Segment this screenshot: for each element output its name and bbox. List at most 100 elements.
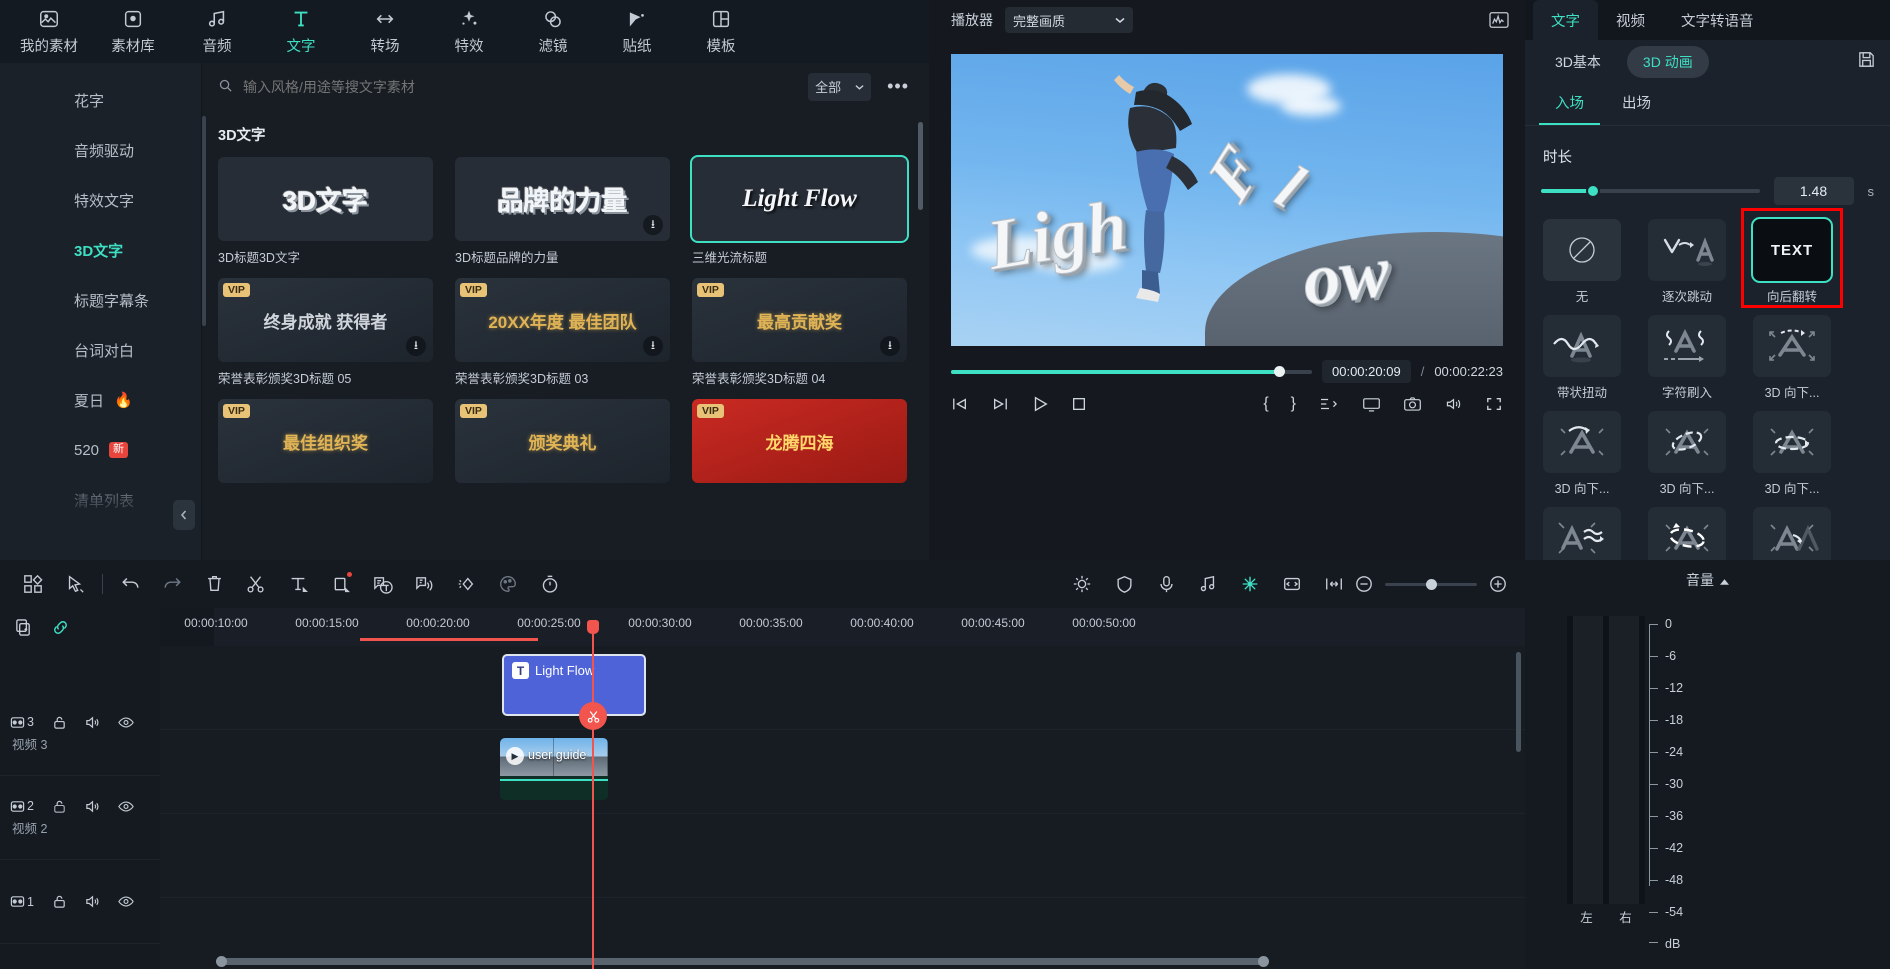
crop-button[interactable] bbox=[319, 564, 361, 604]
template-tile[interactable]: 龙腾四海 VIP bbox=[692, 399, 907, 483]
waveform-scope-icon[interactable] bbox=[1487, 9, 1511, 31]
category-item-dialogue[interactable]: 台词对白 bbox=[0, 325, 201, 375]
main-tab-my-media[interactable]: 我的素材 bbox=[8, 3, 90, 61]
split-at-playhead-button[interactable] bbox=[579, 702, 607, 730]
main-tab-stock-library[interactable]: 素材库 bbox=[92, 3, 174, 61]
template-tile[interactable]: 最高贡献奖 VIP ⭳ 荣誉表彰颁奖3D标题 04 bbox=[692, 278, 907, 387]
select-tool-button[interactable] bbox=[54, 564, 96, 604]
mark-out-button[interactable]: } bbox=[1291, 395, 1296, 413]
timeline-ruler[interactable]: 00:00:10:00 00:00:15:00 00:00:20:00 00:0… bbox=[160, 608, 1525, 646]
lock-icon[interactable] bbox=[52, 715, 67, 730]
delete-button[interactable] bbox=[193, 564, 235, 604]
template-tile[interactable]: 品牌的力量 ⭳ 3D标题品牌的力量 bbox=[455, 157, 670, 266]
caret-up-icon[interactable] bbox=[1720, 572, 1729, 588]
preview-stage[interactable]: Ligh F l ow bbox=[951, 54, 1503, 346]
main-tab-effects[interactable]: 特效 bbox=[428, 3, 510, 61]
template-tile[interactable]: 颁奖典礼 VIP bbox=[455, 399, 670, 483]
tab-video[interactable]: 视频 bbox=[1598, 0, 1663, 40]
hscroll-left-handle[interactable] bbox=[216, 956, 227, 967]
mute-icon[interactable] bbox=[85, 715, 100, 730]
grid-scrollbar-thumb[interactable] bbox=[918, 122, 923, 210]
lock-icon[interactable] bbox=[52, 894, 67, 909]
track-row-1[interactable] bbox=[160, 814, 1525, 898]
more-options-button[interactable]: ••• bbox=[881, 76, 915, 97]
zoom-in-button[interactable] bbox=[1489, 575, 1507, 593]
zoom-out-button[interactable] bbox=[1355, 575, 1373, 593]
mute-icon[interactable] bbox=[85, 799, 100, 814]
eye-icon[interactable] bbox=[118, 894, 134, 909]
eye-icon[interactable] bbox=[118, 799, 134, 814]
animation-preset-bounce[interactable]: 逐次跳动 bbox=[1648, 219, 1726, 305]
add-text-button[interactable] bbox=[277, 564, 319, 604]
playhead-handle[interactable] bbox=[587, 620, 599, 634]
duration-slider[interactable] bbox=[1541, 189, 1760, 193]
record-voiceover-button[interactable] bbox=[1145, 564, 1187, 604]
category-item-summer[interactable]: 夏日 🔥 bbox=[0, 375, 201, 425]
download-icon[interactable]: ⭳ bbox=[643, 336, 663, 356]
mark-in-button[interactable]: { bbox=[1263, 395, 1268, 413]
tab-text[interactable]: 文字 bbox=[1533, 0, 1598, 40]
zoom-slider[interactable] bbox=[1385, 583, 1477, 586]
main-tab-audio[interactable]: 音频 bbox=[176, 3, 258, 61]
template-tile[interactable]: 最佳组织奖 VIP bbox=[218, 399, 433, 483]
eye-icon[interactable] bbox=[118, 715, 134, 730]
category-item-huazi[interactable]: 花字 bbox=[0, 75, 201, 125]
duration-button[interactable] bbox=[529, 564, 571, 604]
animation-preset-flip-back[interactable]: TEXT 向后翻转 bbox=[1753, 219, 1831, 305]
category-item-title-subtitle[interactable]: 标题字幕条 bbox=[0, 275, 201, 325]
snapshot-button[interactable] bbox=[1403, 396, 1422, 412]
scrubber-handle[interactable] bbox=[1274, 366, 1285, 377]
play-button[interactable] bbox=[1031, 395, 1049, 413]
category-item-audio-driven[interactable]: 音频驱动 bbox=[0, 125, 201, 175]
segment-3d-basic[interactable]: 3D基本 bbox=[1539, 46, 1617, 78]
main-tab-transition[interactable]: 转场 bbox=[344, 3, 426, 61]
timeline-canvas[interactable]: 00:00:10:00 00:00:15:00 00:00:20:00 00:0… bbox=[160, 608, 1525, 969]
animation-preset-3d-down-4[interactable]: 3D 向下... bbox=[1753, 411, 1831, 497]
tab-exit[interactable]: 出场 bbox=[1606, 84, 1667, 125]
template-tile[interactable]: 3D文字 3D标题3D文字 bbox=[218, 157, 433, 266]
category-item-3d-text[interactable]: 3D文字 bbox=[0, 225, 201, 275]
mute-icon[interactable] bbox=[85, 894, 100, 909]
animation-preset-3d-down-3[interactable]: 3D 向下... bbox=[1648, 411, 1726, 497]
main-tab-filter[interactable]: 滤镜 bbox=[512, 3, 594, 61]
text-to-speech-button[interactable] bbox=[403, 564, 445, 604]
download-icon[interactable]: ⭳ bbox=[406, 336, 426, 356]
template-tile[interactable]: 终身成就 获得者 VIP ⭳ 荣誉表彰颁奖3D标题 05 bbox=[218, 278, 433, 387]
animation-preset-ribbon-twist[interactable]: 带状扭动 bbox=[1543, 315, 1621, 401]
hscroll-thumb[interactable] bbox=[220, 958, 1265, 965]
split-button[interactable] bbox=[235, 564, 277, 604]
duration-value[interactable]: 1.48 bbox=[1774, 177, 1854, 205]
timeline-range-bar[interactable] bbox=[360, 638, 538, 641]
template-tile-selected[interactable]: Light Flow 三维光流标题 bbox=[692, 157, 907, 266]
fullscreen-button[interactable] bbox=[1485, 396, 1503, 412]
save-preset-icon[interactable] bbox=[1857, 50, 1876, 74]
split-view-button[interactable] bbox=[1318, 396, 1340, 412]
hscroll-right-handle[interactable] bbox=[1258, 956, 1269, 967]
lock-icon[interactable] bbox=[52, 799, 67, 814]
zoom-slider-handle[interactable] bbox=[1426, 579, 1437, 590]
category-item-520[interactable]: 520 新 bbox=[0, 425, 201, 475]
download-icon[interactable]: ⭳ bbox=[880, 336, 900, 356]
collapse-sidebar-button[interactable] bbox=[173, 500, 195, 530]
playhead[interactable] bbox=[592, 630, 594, 969]
category-item-effect-text[interactable]: 特效文字 bbox=[0, 175, 201, 225]
color-match-button[interactable] bbox=[487, 564, 529, 604]
tab-text-to-speech[interactable]: 文字转语音 bbox=[1663, 0, 1772, 40]
layout-grid-button[interactable] bbox=[12, 564, 54, 604]
search-input-wrap[interactable] bbox=[218, 78, 798, 96]
duration-slider-handle[interactable] bbox=[1586, 184, 1600, 198]
timeline-horizontal-scrollbar[interactable] bbox=[160, 958, 1525, 965]
animation-preset-char-brush[interactable]: 字符刷入 bbox=[1648, 315, 1726, 401]
keyframe-button[interactable] bbox=[445, 564, 487, 604]
stop-button[interactable] bbox=[1071, 396, 1087, 412]
search-input[interactable] bbox=[243, 79, 798, 95]
add-track-button[interactable] bbox=[14, 618, 33, 637]
player-scrubber[interactable] bbox=[951, 370, 1312, 374]
auto-adjust-button[interactable] bbox=[1061, 564, 1103, 604]
next-frame-button[interactable] bbox=[991, 396, 1009, 412]
undo-button[interactable] bbox=[109, 564, 151, 604]
quality-dropdown[interactable]: 完整画质 bbox=[1005, 7, 1133, 33]
main-tab-sticker[interactable]: 贴纸 bbox=[596, 3, 678, 61]
segment-3d-animation[interactable]: 3D 动画 bbox=[1627, 46, 1709, 78]
category-item-checklist[interactable]: 清单列表 bbox=[0, 475, 201, 525]
